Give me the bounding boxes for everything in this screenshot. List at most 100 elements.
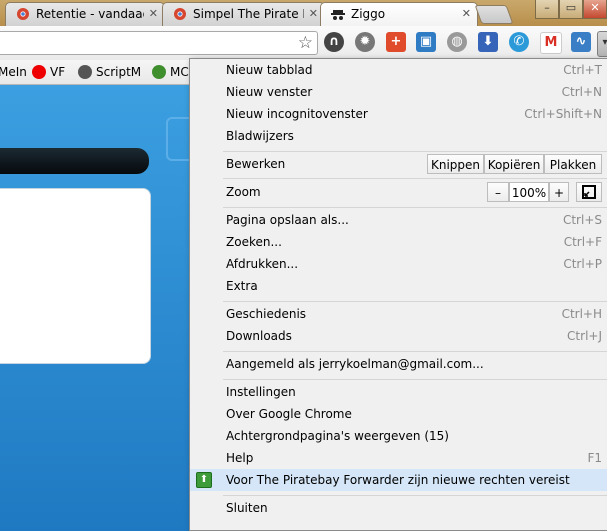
page-panel: [0, 188, 151, 364]
skull-icon: [78, 65, 92, 79]
maximize-button[interactable]: ▭: [559, 0, 583, 19]
seven-icon: [152, 65, 166, 79]
update-arrow-icon: ⬆: [196, 472, 212, 488]
menu-item-signed-in[interactable]: Aangemeld als jerrykoelman@gmail.com...: [190, 353, 607, 375]
fullscreen-button[interactable]: [576, 182, 602, 202]
tab-ziggo[interactable]: Ziggo ✕: [320, 2, 478, 27]
menu-shortcut: Ctrl+P: [563, 257, 602, 271]
zoom-out-button[interactable]: –: [487, 182, 509, 202]
paste-button[interactable]: Plakken: [544, 154, 602, 174]
menu-shortcut: Ctrl+Shift+N: [524, 107, 602, 121]
menu-item-print[interactable]: Afdrukken... Ctrl+P: [190, 253, 607, 275]
phone-extension-icon[interactable]: ✆: [509, 32, 529, 52]
tab-close-icon[interactable]: ✕: [462, 3, 471, 25]
menu-shortcut: Ctrl+N: [561, 85, 602, 99]
tab-close-icon[interactable]: ✕: [149, 3, 158, 25]
menu-label: Aangemeld als jerrykoelman@gmail.com...: [226, 357, 484, 371]
menu-item-settings[interactable]: Instellingen: [190, 381, 607, 403]
tab-close-icon[interactable]: ✕: [309, 3, 318, 25]
menu-label: Nieuw venster: [226, 85, 313, 99]
minimize-button[interactable]: –: [535, 0, 559, 19]
tab-title: Simpel The Pirate Ba: [193, 7, 304, 21]
menu-label: Over Google Chrome: [226, 407, 352, 421]
menu-label: Voor The Piratebay Forwarder zijn nieuwe…: [226, 473, 570, 487]
menu-label: Afdrukken...: [226, 257, 299, 271]
menu-shortcut: Ctrl+T: [563, 63, 602, 77]
menu-separator: [223, 495, 607, 496]
menu-separator: [223, 178, 607, 179]
copy-button[interactable]: Kopiëren: [484, 154, 544, 174]
gear-extension-icon[interactable]: ✹: [355, 32, 375, 52]
menu-label: Bewerken: [226, 157, 286, 171]
gmail-extension-icon[interactable]: M: [540, 32, 562, 54]
menu-label: Sluiten: [226, 501, 268, 515]
menu-item-bookmarks[interactable]: Bladwijzers: [190, 125, 607, 147]
chrome-favicon-icon: [174, 8, 186, 20]
download-extension-icon[interactable]: ⬇: [478, 32, 498, 52]
menu-label: Instellingen: [226, 385, 296, 399]
tab-retentie[interactable]: Retentie - vandaag g ✕: [5, 2, 165, 26]
globe-extension-icon[interactable]: ◍: [447, 32, 467, 52]
menu-separator: [223, 301, 607, 302]
bookmark-item[interactable]: ScriptM: [78, 60, 141, 84]
menu-item-downloads[interactable]: Downloads Ctrl+J: [190, 325, 607, 347]
bookmark-star-icon[interactable]: ☆: [298, 33, 313, 53]
menu-item-new-tab[interactable]: Nieuw tabblad Ctrl+T: [190, 59, 607, 81]
menu-separator: [223, 207, 607, 208]
menu-item-edit: Bewerken Knippen Kopiëren Plakken: [190, 153, 607, 175]
page-header-bar: [0, 148, 149, 174]
address-bar[interactable]: ☆: [0, 31, 318, 55]
fullscreen-icon: [582, 185, 596, 199]
bookmark-item[interactable]: MC: [152, 60, 189, 84]
menu-item-exit[interactable]: Sluiten: [190, 497, 607, 519]
bookmark-label: ScriptM: [96, 65, 142, 79]
menu-item-extension-permissions[interactable]: ⬆ Voor The Piratebay Forwarder zijn nieu…: [190, 469, 607, 491]
chrome-menu: Nieuw tabblad Ctrl+T Nieuw venster Ctrl+…: [189, 58, 607, 531]
bookmark-label: MC: [170, 65, 189, 79]
menu-item-help[interactable]: Help F1: [190, 447, 607, 469]
menu-item-new-window[interactable]: Nieuw venster Ctrl+N: [190, 81, 607, 103]
image-extension-icon[interactable]: ▣: [416, 32, 436, 52]
bookmark-item[interactable]: VF: [32, 60, 65, 84]
menu-label: Bladwijzers: [226, 129, 294, 143]
tab-title: Retentie - vandaag g: [36, 7, 144, 21]
headphones-extension-icon[interactable]: ∩: [324, 32, 344, 52]
menu-item-about[interactable]: Over Google Chrome: [190, 403, 607, 425]
close-window-button[interactable]: ✕: [583, 0, 607, 19]
window-controls: – ▭ ✕: [535, 0, 607, 20]
menu-label: Geschiedenis: [226, 307, 307, 321]
menu-shortcut: Ctrl+S: [562, 213, 602, 227]
menu-item-extra[interactable]: Extra: [190, 275, 607, 297]
bookmark-item[interactable]: MeIn: [0, 60, 27, 84]
new-tab-button[interactable]: [474, 5, 514, 24]
menu-shortcut: Ctrl+H: [561, 307, 602, 321]
menu-item-new-incognito[interactable]: Nieuw incognitovenster Ctrl+Shift+N: [190, 103, 607, 125]
menu-label: Nieuw incognitovenster: [226, 107, 368, 121]
tab-strip: Retentie - vandaag g ✕ Simpel The Pirate…: [0, 0, 607, 27]
menu-item-find[interactable]: Zoeken... Ctrl+F: [190, 231, 607, 253]
tab-title: Ziggo: [351, 7, 386, 21]
menu-shortcut: Ctrl+F: [563, 235, 602, 249]
menu-separator: [223, 151, 607, 152]
menu-label: Zoeken...: [226, 235, 282, 249]
zoom-in-button[interactable]: +: [549, 182, 569, 202]
menu-label: Downloads: [226, 329, 292, 343]
menu-label: Extra: [226, 279, 258, 293]
menu-shortcut: Ctrl+J: [567, 329, 602, 343]
tab-pirate-bay[interactable]: Simpel The Pirate Ba ✕: [162, 2, 325, 26]
chart-extension-icon[interactable]: ∿: [571, 32, 591, 52]
cut-button[interactable]: Knippen: [427, 154, 484, 174]
menu-label: Help: [226, 451, 254, 465]
chrome-favicon-icon: [17, 8, 29, 20]
menu-item-save-page[interactable]: Pagina opslaan als... Ctrl+S: [190, 209, 607, 231]
vodafone-icon: [32, 65, 46, 79]
menu-item-zoom: Zoom – 100% +: [190, 181, 607, 203]
menu-shortcut: F1: [587, 451, 602, 465]
menu-separator: [223, 379, 607, 380]
chrome-menu-button[interactable]: ▾: [597, 31, 607, 57]
plus-extension-icon[interactable]: +: [386, 32, 406, 52]
menu-item-history[interactable]: Geschiedenis Ctrl+H: [190, 303, 607, 325]
bookmark-label: MeIn: [0, 65, 27, 79]
menu-label: Zoom: [226, 185, 261, 199]
menu-item-background-pages[interactable]: Achtergrondpagina's weergeven (15): [190, 425, 607, 447]
